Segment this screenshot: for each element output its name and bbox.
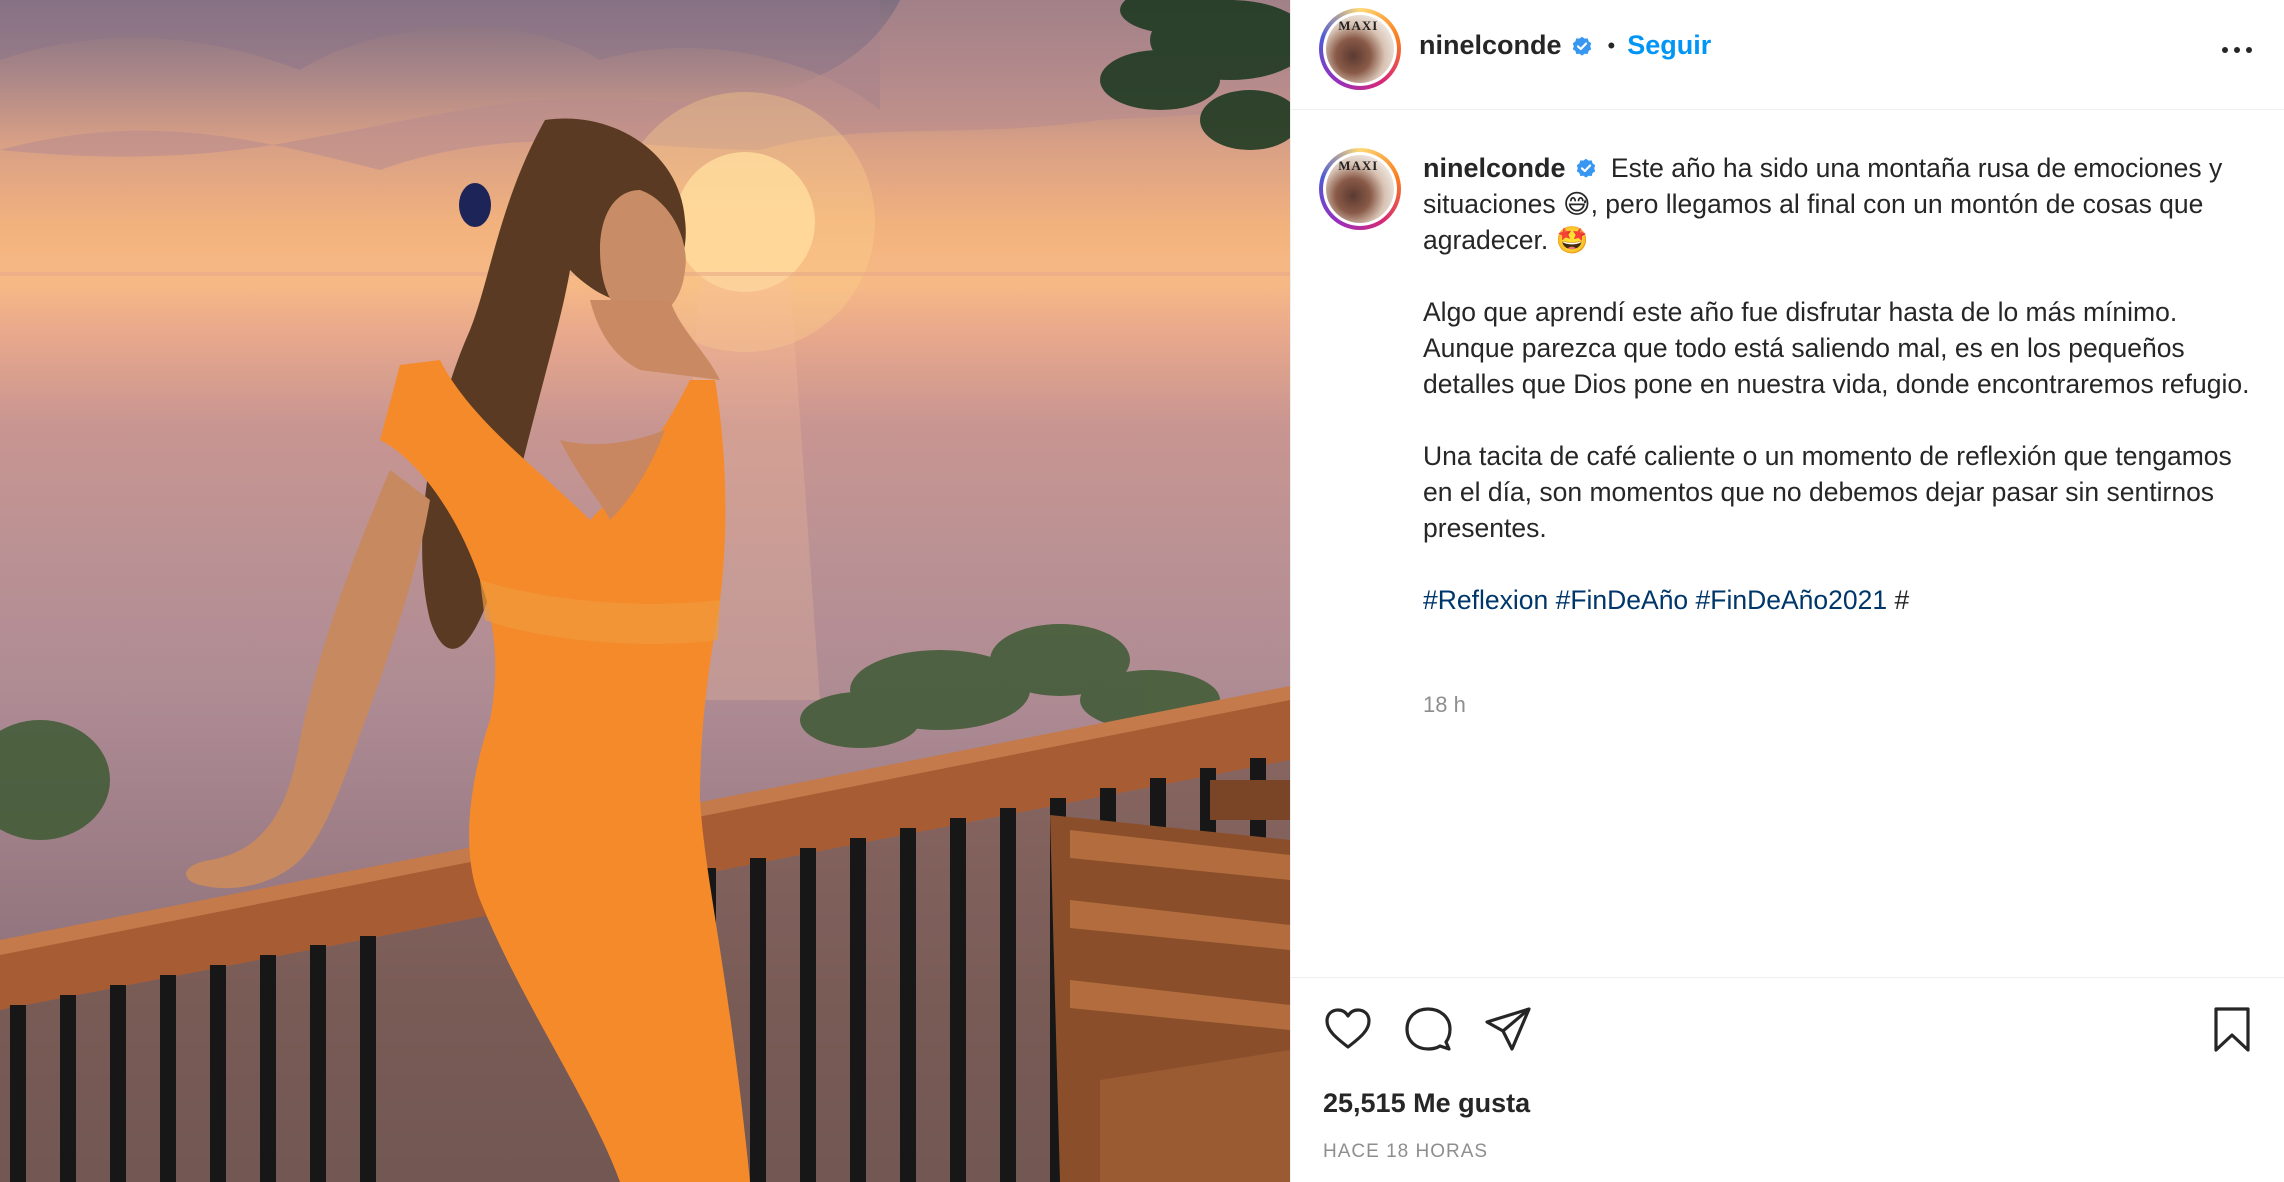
hashtag-trailing: #	[1894, 585, 1910, 615]
likes-count[interactable]: 25,515 Me gusta	[1323, 1088, 1530, 1119]
caption-timestamp[interactable]: 18 h	[1423, 692, 1466, 718]
bookmark-icon[interactable]	[2207, 1004, 2257, 1054]
follow-button[interactable]: Seguir	[1627, 30, 1711, 61]
hashtags: #Reflexion #FinDeAño #FinDeAño2021 #	[1423, 582, 2253, 618]
header-user: ninelconde • Seguir	[1419, 30, 1711, 61]
post-photo[interactable]	[0, 0, 1290, 1182]
caption-paragraph-1: ninelconde Este año ha sido una montaña …	[1423, 150, 2253, 258]
caption-paragraph-3: Una tacita de café caliente o un momento…	[1423, 441, 2232, 543]
post-header: ninelconde • Seguir	[1291, 0, 2284, 110]
caption-username-link[interactable]: ninelconde	[1423, 150, 1566, 186]
caption-paragraph-2: Algo que aprendí este año fue disfrutar …	[1423, 297, 2250, 399]
more-options-icon[interactable]	[2219, 38, 2255, 62]
comment-icon[interactable]	[1403, 1004, 1453, 1054]
post-timestamp[interactable]: HACE 18 HORAS	[1323, 1141, 1488, 1163]
caption-user: ninelconde	[1423, 150, 1598, 186]
heart-icon[interactable]	[1323, 1004, 1373, 1054]
separator-dot: •	[1607, 32, 1616, 58]
hashtag-link[interactable]: #FinDeAño	[1556, 585, 1689, 615]
username-link[interactable]: ninelconde	[1419, 30, 1562, 61]
post-actions: 25,515 Me gusta HACE 18 HORAS	[1291, 977, 2284, 1182]
send-icon[interactable]	[1483, 1004, 1533, 1054]
sunset-photo-illustration	[0, 0, 1290, 1182]
caption-avatar[interactable]	[1319, 148, 1401, 230]
hashtag-link[interactable]: #FinDeAño2021	[1696, 585, 1888, 615]
post-details-panel: ninelconde • Seguir ninelconde	[1290, 0, 2284, 1182]
verified-badge-icon	[1572, 36, 1591, 56]
verified-badge-icon	[1576, 158, 1595, 178]
post-caption: ninelconde Este año ha sido una montaña …	[1423, 150, 2253, 654]
hashtag-link[interactable]: #Reflexion	[1423, 585, 1548, 615]
avatar[interactable]	[1319, 8, 1401, 90]
